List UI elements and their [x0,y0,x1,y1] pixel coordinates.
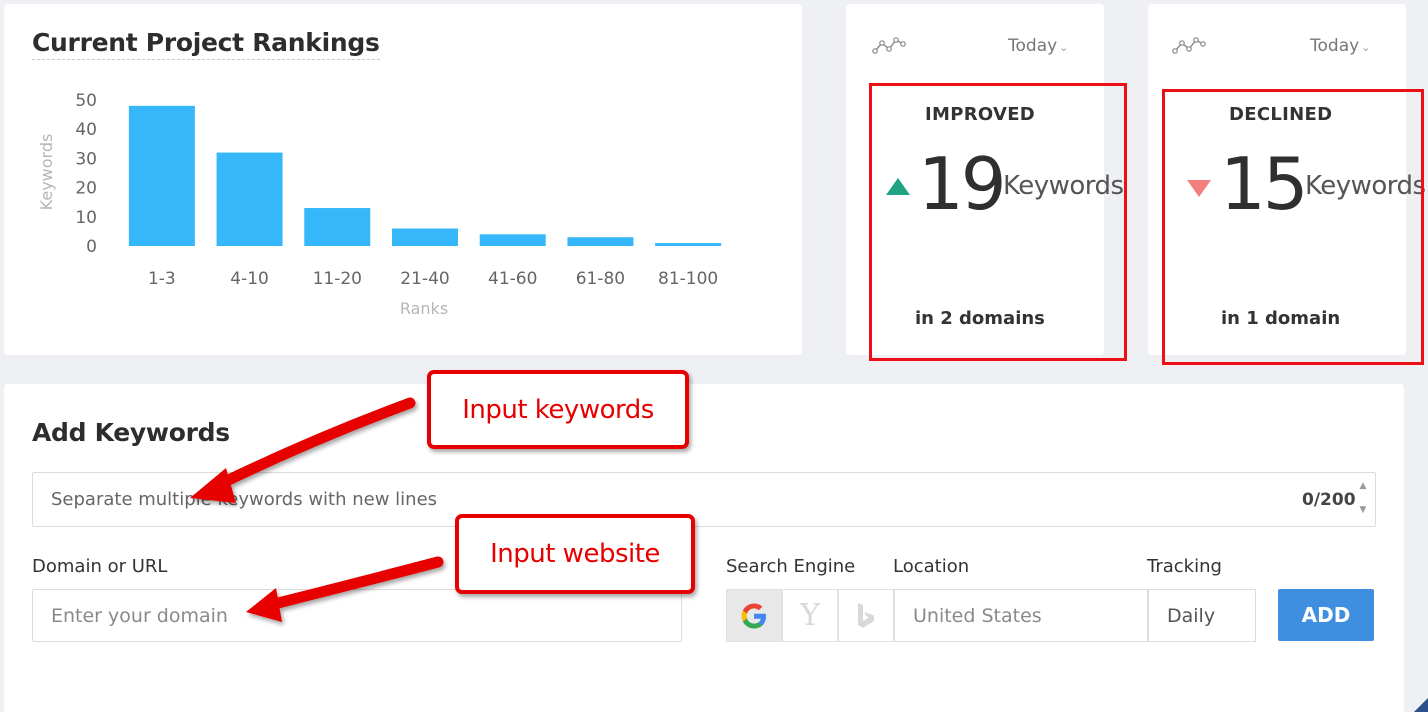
spin-down-icon[interactable]: ▼ [1356,504,1370,516]
chart-bar-4-10[interactable] [216,152,283,246]
x-tick-label: 21-40 [400,269,449,289]
rankings-card: Current Project Rankings 0 10 20 30 40 50 1-3… [4,4,802,355]
chart-bar-21-40[interactable] [392,228,458,246]
keywords-counter: 0/200 [1302,490,1356,510]
chart-x-axis-label: Ranks [400,299,448,318]
yahoo-engine-button[interactable]: Y [782,589,838,642]
domain-input[interactable] [32,589,682,642]
google-icon [741,603,766,628]
x-tick-label: 11-20 [313,269,362,289]
website-callout: Input website [455,514,695,594]
tracking-select[interactable]: Daily [1148,589,1256,642]
corner-decoration [1414,698,1428,712]
chart-bar-61-80[interactable] [567,237,634,246]
x-tick-label: 41-60 [488,269,537,289]
add-keywords-card: Add Keywords 0/200 ▲ ▼ Domain or URL Sea… [4,384,1404,712]
tracking-label: Tracking [1147,556,1222,577]
improved-highlight-box [869,83,1127,361]
x-tick-label: 1-3 [148,269,176,289]
chevron-down-icon: ⌄ [1361,41,1371,54]
chart-bar-41-60[interactable] [479,234,546,246]
search-engine-label: Search Engine [726,556,856,577]
x-tick-label: 61-80 [576,269,625,289]
google-engine-button[interactable] [726,589,782,642]
keywords-callout: Input keywords [427,370,689,449]
location-label: Location [893,556,970,577]
y-tick-label: 20 [75,179,97,199]
add-keywords-title: Add Keywords [32,418,230,447]
chart-bar-11-20[interactable] [304,208,371,246]
period-dropdown[interactable]: Today ⌄ [1310,36,1370,56]
location-input[interactable] [894,589,1148,642]
y-tick-label: 0 [86,237,97,257]
chart-bar-81-100[interactable] [655,243,722,246]
trend-chart-icon[interactable] [1172,34,1206,56]
chevron-down-icon: ⌄ [1059,41,1069,54]
domain-label: Domain or URL [32,556,168,577]
trend-chart-icon[interactable] [872,34,906,56]
chart-y-axis-label: Keywords [37,134,56,211]
y-tick-label: 50 [75,91,97,111]
chart-bar-1-3[interactable] [128,105,195,246]
period-dropdown[interactable]: Today ⌄ [1008,36,1068,56]
keywords-input[interactable] [32,472,1376,527]
y-tick-label: 10 [75,208,97,228]
y-tick-label: 30 [75,149,97,169]
yahoo-icon: Y [800,598,820,633]
period-label: Today [1008,36,1058,56]
spin-up-icon[interactable]: ▲ [1356,480,1370,492]
x-tick-label: 81-100 [658,269,718,289]
x-tick-label: 4-10 [230,269,269,289]
period-label: Today [1310,36,1360,56]
bing-icon [858,602,874,628]
declined-highlight-box [1162,89,1424,365]
bing-engine-button[interactable] [838,589,894,642]
rankings-chart: 0 10 20 30 40 50 1-3 4-10 11-20 21-40 41-60 61-80 8… [37,91,722,318]
y-tick-label: 40 [75,120,97,140]
add-button[interactable]: ADD [1278,589,1374,641]
